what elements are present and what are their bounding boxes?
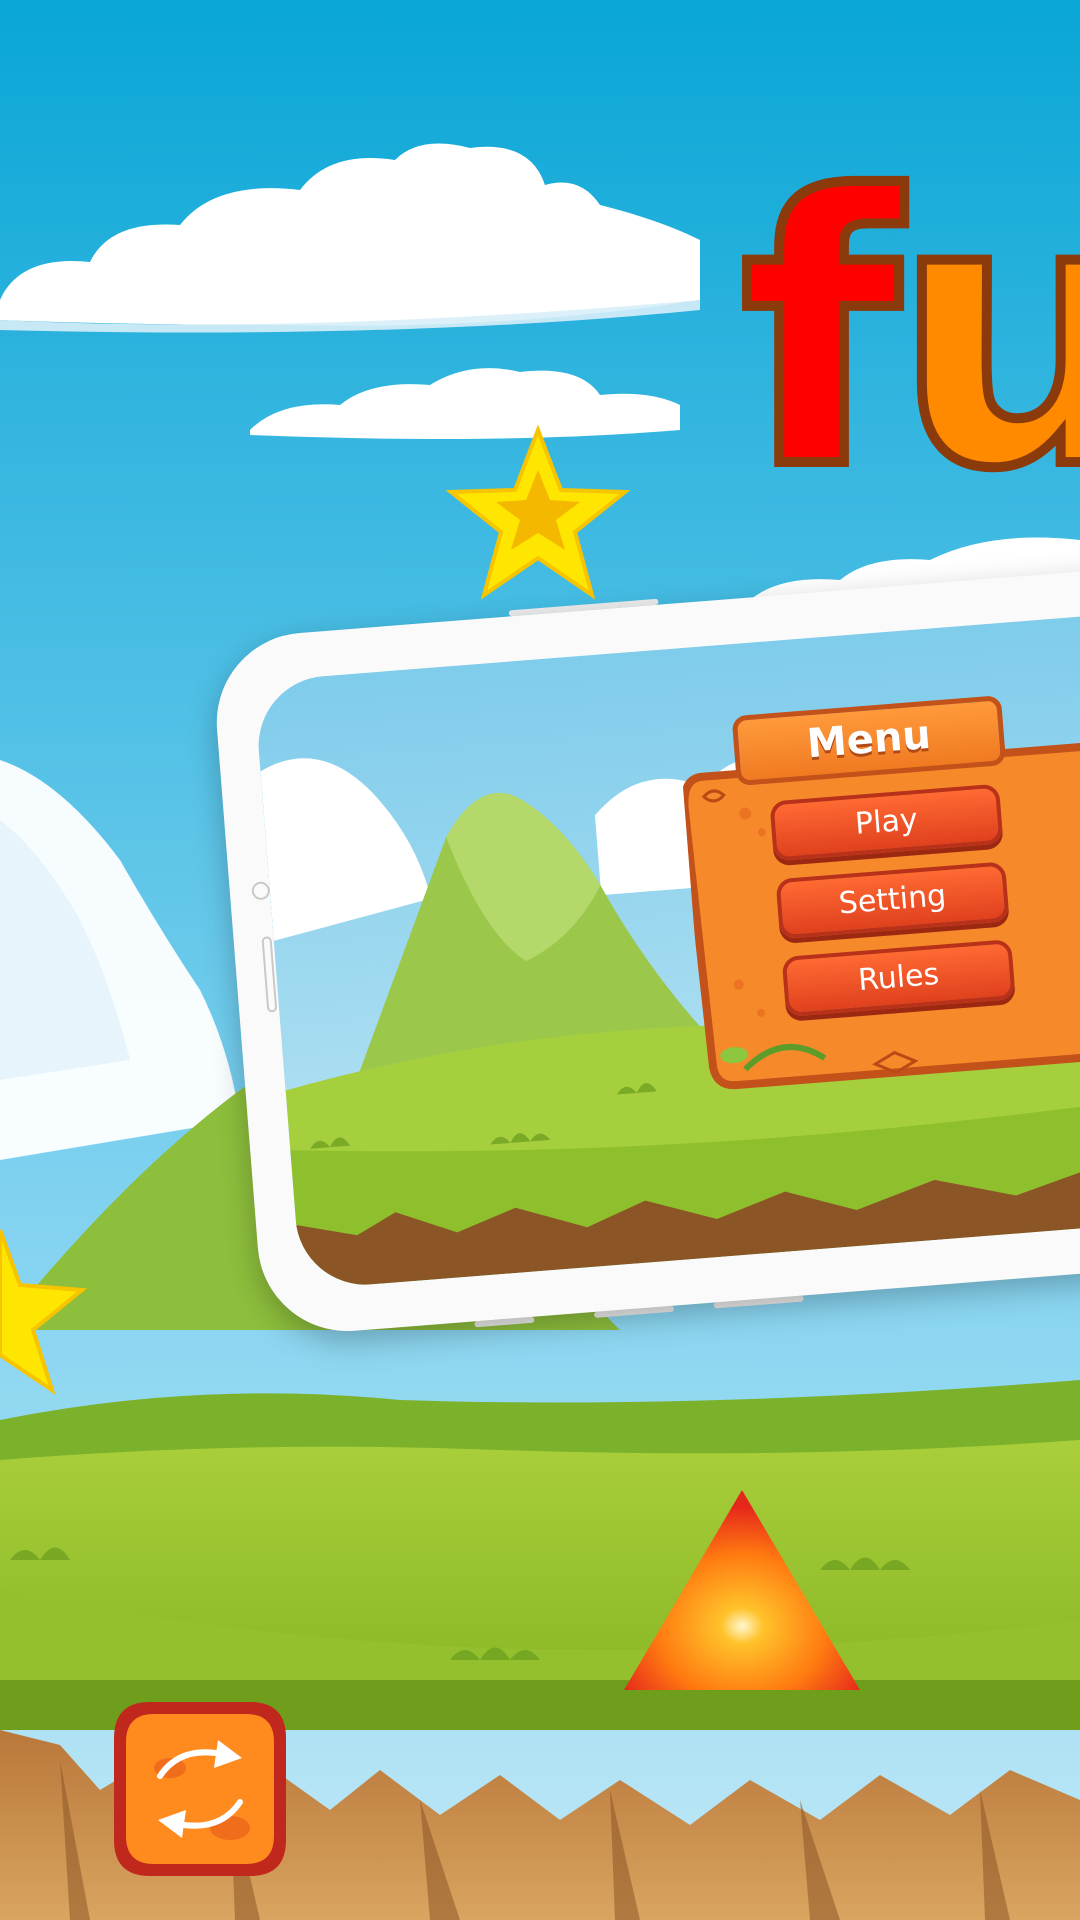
game-scene: fu Menu Play Setting Rules [0,0,1080,1920]
title-letter-f: f [735,120,906,550]
camera-icon [251,881,271,901]
game-title: fu [735,145,1080,525]
refresh-icon [114,1702,286,1876]
title-letter-u: u [888,120,1080,550]
phone-body: Menu Play Setting Rules ✕ [210,553,1080,1338]
refresh-button[interactable] [110,1698,290,1880]
phone-mockup: Menu Play Setting Rules ✕ [210,553,1080,1378]
phone-screen: Menu Play Setting Rules ✕ [253,598,1080,1290]
